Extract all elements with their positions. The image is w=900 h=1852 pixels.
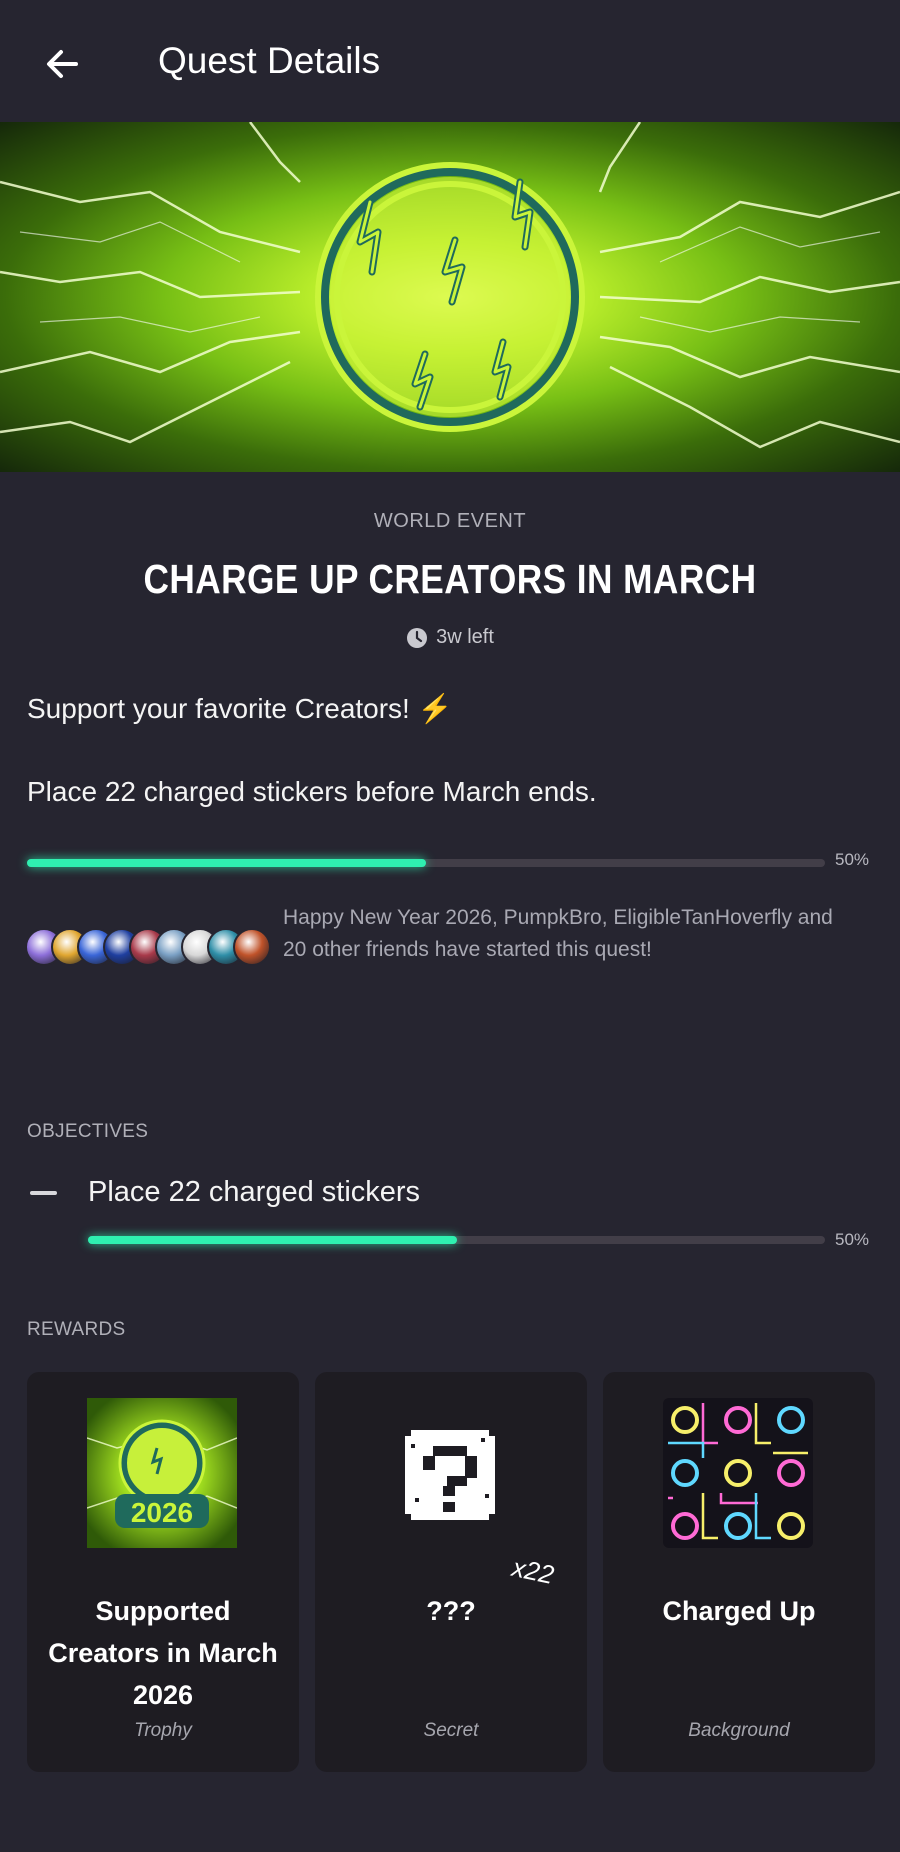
reward-name: Charged Up: [662, 1596, 816, 1626]
quest-description-line2: Place 22 charged stickers before March e…: [27, 776, 597, 807]
quest-progress-bar: [27, 859, 825, 867]
reward-name: Supported Creators in March 2026: [48, 1596, 278, 1710]
reward-type: Background: [688, 1720, 790, 1741]
quest-banner-image: [0, 122, 900, 472]
time-left: 3w left: [0, 626, 900, 649]
friends-started-text: Happy New Year 2026, PumpkBro, EligibleT…: [283, 906, 833, 961]
reward-name: ???: [426, 1596, 476, 1626]
objective-progress-percent: 50%: [835, 1230, 870, 1249]
objective-progress-fill: [88, 1236, 457, 1244]
back-button[interactable]: [36, 38, 88, 90]
reward-type: Trophy: [134, 1720, 192, 1741]
quest-category: WORLD EVENT: [373, 510, 527, 532]
reward-type: Secret: [423, 1720, 479, 1741]
quest-description-line1: Support your favorite Creators! ⚡: [27, 693, 453, 724]
page-title: Quest Details: [158, 40, 381, 81]
rewards-heading: REWARDS: [27, 1319, 126, 1340]
objective-text: Place 22 charged stickers: [88, 1176, 421, 1208]
charged-background-image: [663, 1398, 813, 1548]
friend-avatar: [233, 928, 271, 966]
trophy-badge-year: 2026: [131, 1497, 193, 1528]
reward-card-background[interactable]: Charged Up Background: [603, 1372, 875, 1772]
clock-icon: [407, 627, 428, 648]
quest-progress-percent: 50%: [835, 850, 870, 869]
quest-progress-fill: [27, 859, 426, 867]
question-mark-icon: [405, 1430, 495, 1520]
objectives-heading: OBJECTIVES: [27, 1121, 149, 1142]
trophy-badge-image: 2026: [87, 1398, 237, 1548]
reward-card-trophy[interactable]: 2026 Supported Creators in March 2026 Tr…: [27, 1372, 299, 1772]
objective-progress-bar: [88, 1236, 825, 1244]
time-left-label: 3w left: [436, 626, 494, 648]
quest-title: CHARGE UP CREATORS IN MARCH: [143, 556, 757, 602]
arrow-left-icon: [47, 50, 78, 78]
friend-avatars[interactable]: [25, 928, 271, 968]
objective-status-dash: [30, 1191, 57, 1195]
top-app-bar: Quest Details: [0, 0, 900, 122]
